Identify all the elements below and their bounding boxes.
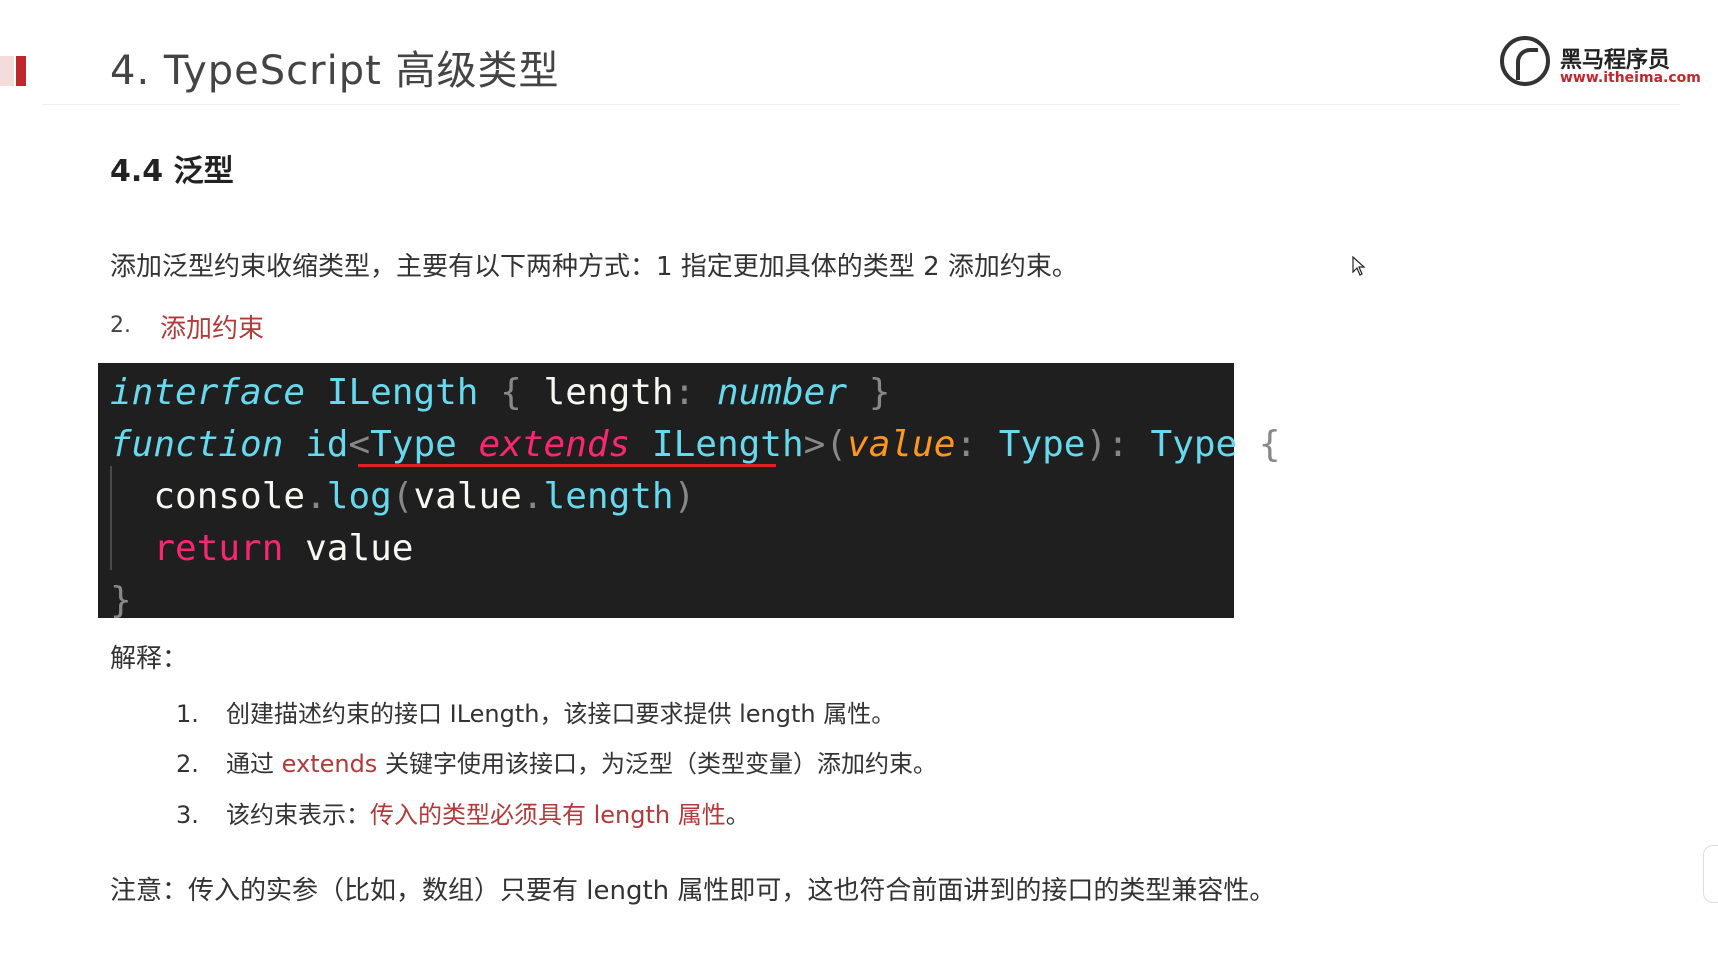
code-line-1: interface ILength { length: number }: [110, 372, 891, 413]
list-item: 1. 创建描述约束的接口 ILength，该接口要求提供 length 属性。: [176, 700, 896, 728]
page-title: 4. TypeScript 高级类型: [110, 48, 560, 94]
horse-logo-icon: [1500, 36, 1550, 86]
constraint-underline: [358, 464, 776, 467]
explain-title: 解释：: [110, 644, 189, 674]
code-block: interface ILength { length: number } fun…: [98, 363, 1281, 621]
mouse-cursor-icon: [1352, 256, 1366, 276]
indent-guide: [110, 466, 112, 570]
header-accent-bar: [16, 56, 26, 86]
intro-text: 添加泛型约束收缩类型，主要有以下两种方式：1 指定更加具体的类型 2 添加约束。: [110, 252, 1078, 282]
side-panel-handle[interactable]: [1703, 845, 1718, 903]
list-item: 2. 通过 extends 关键字使用该接口，为泛型（类型变量）添加约束。: [176, 750, 937, 778]
note-text: 注意：传入的实参（比如，数组）只要有 length 属性即可，这也符合前面讲到的…: [110, 876, 1276, 906]
logo-url: www.itheima.com: [1560, 70, 1701, 86]
code-line-4: return value: [153, 528, 414, 569]
code-line-3: console.log(value.length): [153, 476, 696, 517]
header-accent-left: [0, 56, 14, 86]
header-divider: [42, 104, 1680, 105]
code-line-5: }: [110, 580, 132, 621]
step-number: 2.: [110, 313, 131, 338]
list-item: 3. 该约束表示：传入的类型必须具有 length 属性。: [176, 801, 750, 829]
logo: 黑马程序员 www.itheima.com: [1500, 36, 1701, 92]
section-title: 4.4 泛型: [110, 154, 234, 189]
step-label: 添加约束: [160, 314, 265, 344]
